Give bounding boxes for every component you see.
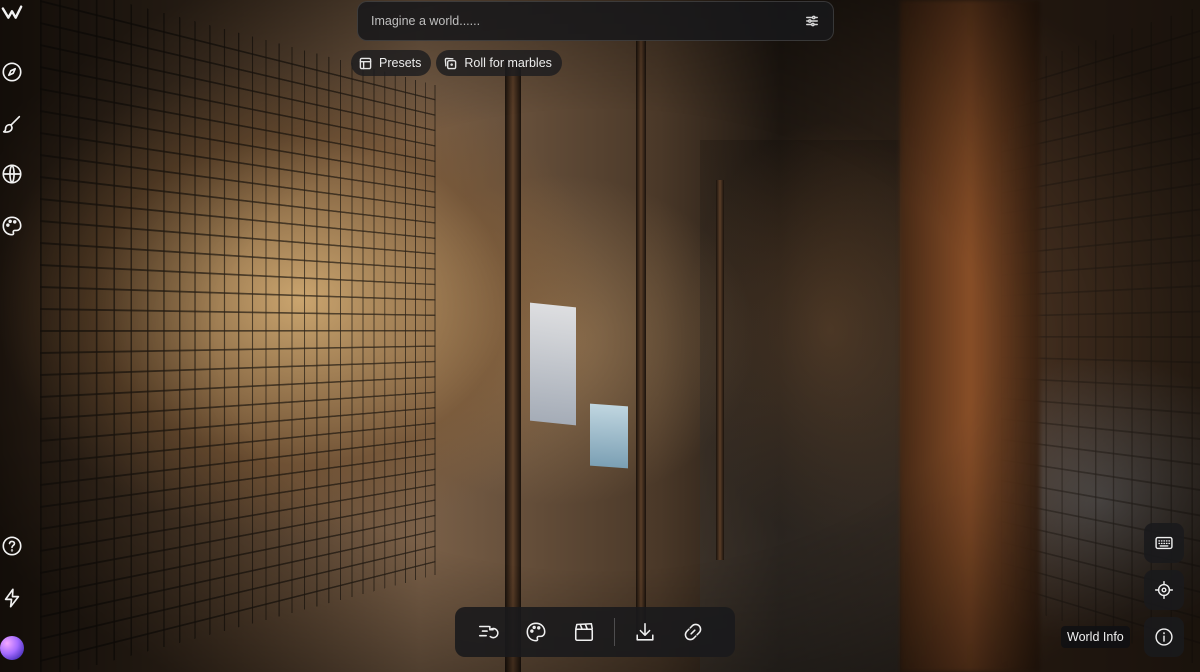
prompt-bar — [357, 1, 834, 41]
roll-for-marbles-button[interactable]: Roll for marbles — [436, 50, 562, 76]
prompt-chips: Presets Roll for marbles — [351, 50, 562, 76]
roll-for-marbles-label: Roll for marbles — [464, 56, 552, 70]
compass-icon[interactable] — [0, 60, 24, 84]
world-info-tooltip: World Info — [1061, 626, 1130, 648]
globe-icon[interactable] — [0, 162, 24, 186]
dice-icon — [445, 57, 457, 69]
history-list-icon[interactable] — [468, 612, 508, 652]
help-icon[interactable] — [0, 534, 24, 558]
logo-icon[interactable] — [0, 2, 24, 26]
download-icon[interactable] — [625, 612, 665, 652]
palette-icon[interactable] — [516, 612, 556, 652]
vignette — [0, 0, 1200, 672]
left-rail — [0, 0, 26, 672]
link-icon[interactable] — [673, 612, 713, 652]
layout-icon — [359, 57, 372, 69]
toolbar-divider — [614, 618, 615, 646]
prompt-input[interactable] — [371, 14, 803, 28]
crosshair-icon[interactable] — [1144, 570, 1184, 610]
brush-icon[interactable] — [0, 112, 24, 136]
presets-button[interactable]: Presets — [351, 50, 432, 76]
palette-icon[interactable] — [0, 214, 24, 238]
bottom-toolbar — [455, 607, 735, 657]
keyboard-icon[interactable] — [1144, 523, 1184, 563]
world-viewport[interactable] — [0, 0, 1200, 672]
bolt-icon[interactable] — [0, 586, 24, 610]
avatar[interactable] — [0, 636, 24, 660]
presets-label: Presets — [379, 56, 422, 70]
settings-sliders-icon[interactable] — [803, 12, 821, 30]
clapperboard-icon[interactable] — [564, 612, 604, 652]
info-icon[interactable] — [1144, 617, 1184, 657]
